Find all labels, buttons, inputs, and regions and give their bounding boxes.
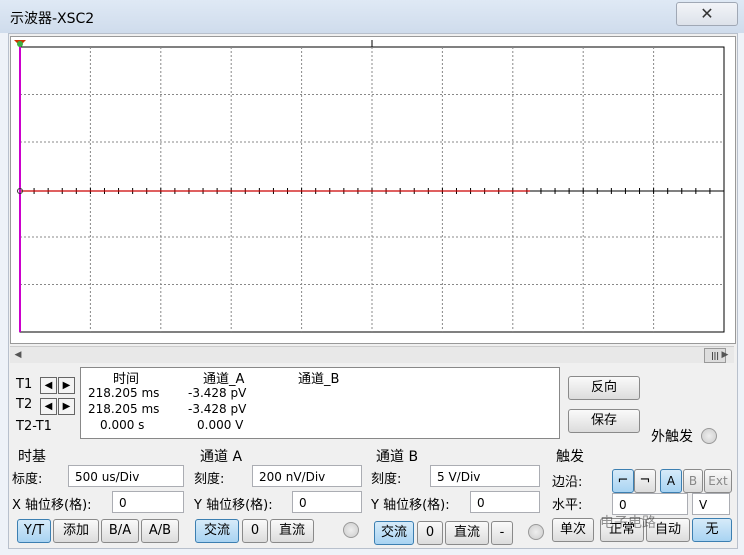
- ext-trigger-label: 外触发: [651, 429, 693, 445]
- timebase-scale-field[interactable]: 500 us/Div: [68, 465, 184, 487]
- watermark-text: 电子电路: [600, 515, 656, 531]
- save-button[interactable]: 保存: [568, 409, 640, 433]
- yt-mode-button[interactable]: Y/T: [17, 519, 51, 543]
- channel-b-ypos-label: Y 轴位移(格):: [371, 498, 450, 513]
- ext-trigger-radio[interactable]: [701, 428, 717, 444]
- trigger-none-button[interactable]: 无: [692, 518, 732, 542]
- falling-edge-icon: ¬: [639, 473, 651, 488]
- channel-b-title: 通道 B: [376, 449, 419, 465]
- trigger-title: 触发: [556, 449, 584, 465]
- channel-a-scale-label: 刻度:: [194, 472, 225, 487]
- t2-left-button[interactable]: ◀: [40, 398, 57, 415]
- trigger-source-a-button[interactable]: A: [660, 469, 682, 493]
- t2-channel-a-value: -3.428 pV: [188, 402, 247, 416]
- arrow-right-icon: ▶: [62, 401, 71, 412]
- channel-a-dc-button[interactable]: 直流: [270, 519, 314, 543]
- arrow-right-icon: ▶: [62, 380, 71, 391]
- cursor-t2-marker: [17, 41, 23, 47]
- channel-a-ypos-field[interactable]: 0: [292, 491, 362, 513]
- trigger-falling-edge-button[interactable]: ¬: [634, 469, 656, 493]
- timebase-xpos-label: X 轴位移(格):: [12, 498, 92, 513]
- channel-b-scale-field[interactable]: 5 V/Div: [430, 465, 540, 487]
- scroll-left-icon[interactable]: ◀: [10, 347, 26, 363]
- trigger-level-unit-field[interactable]: V: [692, 493, 730, 515]
- channel-b-scale-label: 刻度:: [371, 472, 402, 487]
- col-time-header: 时间: [113, 372, 140, 387]
- window-title: 示波器-XSC2: [10, 11, 95, 27]
- ba-mode-button[interactable]: B/A: [101, 519, 139, 543]
- channel-a-scale-field[interactable]: 200 nV/Div: [252, 465, 362, 487]
- col-a-header: 通道_A: [203, 372, 245, 387]
- timebase-title: 时基: [18, 449, 46, 465]
- channel-b-invert-button[interactable]: -: [491, 521, 513, 545]
- t2-t1-label: T2-T1: [16, 419, 52, 434]
- close-button[interactable]: ✕: [676, 2, 738, 26]
- channel-b-ac-button[interactable]: 交流: [374, 521, 414, 545]
- trigger-level-label: 水平:: [552, 498, 583, 513]
- col-b-header: 通道_B: [298, 372, 340, 387]
- trigger-source-b-button[interactable]: B: [683, 469, 703, 493]
- trigger-single-button[interactable]: 单次: [552, 518, 594, 542]
- horizontal-scrollbar[interactable]: ◀ ||| ▶: [10, 346, 734, 363]
- reverse-button[interactable]: 反向: [568, 376, 640, 400]
- add-mode-button[interactable]: 添加: [53, 519, 99, 543]
- ab-mode-button[interactable]: A/B: [141, 519, 179, 543]
- t1-left-button[interactable]: ◀: [40, 377, 57, 394]
- channel-a-ypos-label: Y 轴位移(格):: [194, 498, 273, 513]
- channel-b-ypos-field[interactable]: 0: [470, 491, 540, 513]
- dt-time-value: 0.000 s: [100, 418, 145, 432]
- channel-b-zero-button[interactable]: 0: [417, 521, 443, 545]
- rising-edge-icon: ⌐: [617, 473, 629, 488]
- arrow-left-icon: ◀: [44, 380, 53, 391]
- t1-channel-a-value: -3.428 pV: [188, 386, 247, 400]
- t1-right-button[interactable]: ▶: [58, 377, 75, 394]
- t1-label: T1: [16, 377, 33, 392]
- t2-label: T2: [16, 397, 33, 412]
- t1-time-value: 218.205 ms: [88, 386, 160, 400]
- dt-channel-a-value: 0.000 V: [197, 418, 244, 432]
- t2-time-value: 218.205 ms: [88, 402, 160, 416]
- trigger-rising-edge-button[interactable]: ⌐: [612, 469, 634, 493]
- title-bar: [0, 0, 744, 33]
- channel-a-radio[interactable]: [343, 522, 359, 538]
- channel-b-dc-button[interactable]: 直流: [445, 521, 489, 545]
- scope-display: [14, 40, 725, 333]
- timebase-xpos-field[interactable]: 0: [112, 491, 184, 513]
- channel-a-title: 通道 A: [200, 449, 243, 465]
- t2-right-button[interactable]: ▶: [58, 398, 75, 415]
- arrow-left-icon: ◀: [44, 401, 53, 412]
- channel-a-ac-button[interactable]: 交流: [195, 519, 239, 543]
- timebase-scale-label: 标度:: [12, 472, 43, 487]
- channel-b-radio[interactable]: [528, 524, 544, 540]
- trigger-source-ext-button[interactable]: Ext: [704, 469, 732, 493]
- channel-a-zero-button[interactable]: 0: [242, 519, 268, 543]
- close-icon: ✕: [700, 4, 714, 23]
- trigger-edge-label: 边沿:: [552, 475, 583, 490]
- scroll-right-icon[interactable]: ▶: [717, 347, 733, 363]
